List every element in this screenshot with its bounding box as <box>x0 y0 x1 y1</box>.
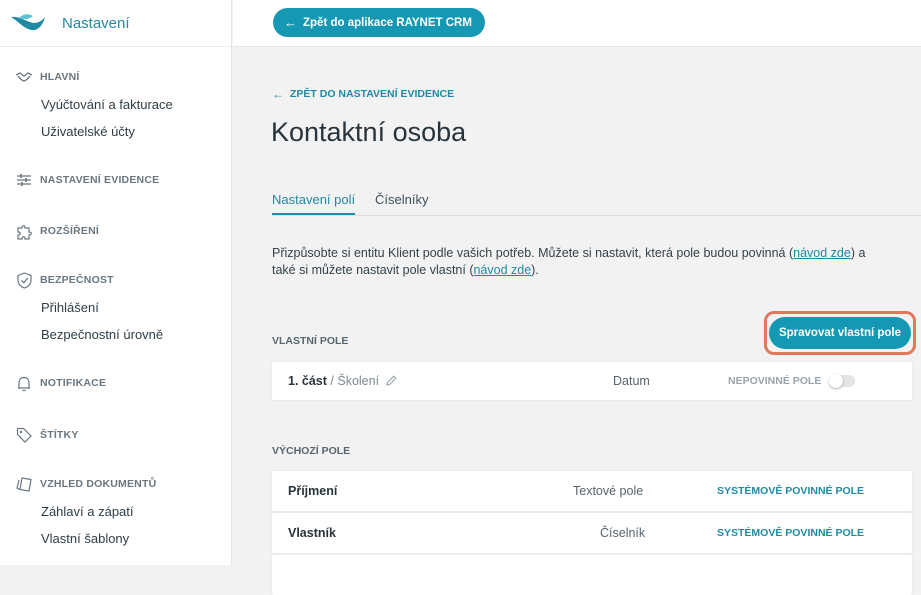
main-content: ← ZPĚT DO NASTAVENÍ EVIDENCE Kontaktní o… <box>233 47 921 595</box>
arrow-left-icon: ← <box>272 87 284 101</box>
field-name: Příjmení <box>288 484 338 498</box>
back-to-app-button[interactable]: ← Zpět do aplikace RAYNET CRM <box>273 8 485 37</box>
section-bezpecnost: BEZPEČNOST Přihlášení Bezpečnostní úrovn… <box>0 271 232 351</box>
sidebar-title: Nastavení <box>62 14 130 32</box>
sliders-icon <box>15 171 33 189</box>
section-vzhled-dokumentu: VZHLED DOKUMENTŮ Záhlaví a zápatí Vlastn… <box>0 475 232 555</box>
raynet-logo-icon <box>11 14 45 31</box>
bell-icon <box>15 374 33 392</box>
back-to-evidence-label: ZPĚT DO NASTAVENÍ EVIDENCE <box>290 88 455 100</box>
shield-icon <box>15 271 33 289</box>
documents-icon <box>15 475 33 493</box>
custom-fields-label: VLASTNÍ POLE <box>272 335 349 347</box>
section-label: ROZŠÍŘENÍ <box>40 225 99 237</box>
section-rozsireni[interactable]: ROZŠÍŘENÍ <box>0 222 232 240</box>
sidebar-header: Nastavení <box>0 0 231 47</box>
field-type: Číselník <box>600 526 646 540</box>
field-name: Vlastník <box>288 526 336 540</box>
description-text: Přizpůsobte si entitu Klient podle vašic… <box>272 246 794 260</box>
sidebar-item-custom-templates[interactable]: Vlastní šablony <box>0 528 232 555</box>
manage-custom-fields-button[interactable]: Spravovat vlastní pole <box>769 317 911 349</box>
sidebar-item-login[interactable]: Přihlášení <box>0 297 232 324</box>
sidebar-item-billing[interactable]: Vyúčtování a fakturace <box>0 94 232 121</box>
tab-field-settings[interactable]: Nastavení polí <box>272 192 355 207</box>
sidebar-item-security-levels[interactable]: Bezpečnostní úrovně <box>0 324 232 351</box>
field-requirement: NEPOVINNÉ POLE <box>728 375 822 387</box>
section-label: NOTIFIKACE <box>40 377 107 389</box>
field-type: Textové pole <box>573 484 644 498</box>
section-stitky[interactable]: ŠTÍTKY <box>0 426 232 444</box>
field-group: / Školení <box>330 374 380 388</box>
section-hlavni: HLAVNÍ Vyúčtování a fakturace Uživatelsk… <box>0 68 232 148</box>
field-requirement: SYSTÉMOVĚ POVINNÉ POLE <box>717 485 865 497</box>
section-label: ŠTÍTKY <box>40 429 79 441</box>
puzzle-icon <box>15 222 33 240</box>
custom-field-row[interactable]: 1. část / Školení Datum NEPOVINNÉ POLE <box>272 362 912 400</box>
guide-link-required[interactable]: návod zde <box>793 246 851 260</box>
section-label: HLAVNÍ <box>40 71 80 83</box>
back-to-evidence-link[interactable]: ← ZPĚT DO NASTAVENÍ EVIDENCE <box>272 87 454 101</box>
field-requirement: SYSTÉMOVĚ POVINNÉ POLE <box>717 527 865 539</box>
handshake-icon <box>15 68 33 86</box>
section-label: NASTAVENÍ EVIDENCE <box>40 174 160 186</box>
sidebar-item-user-accounts[interactable]: Uživatelské účty <box>0 121 232 148</box>
required-toggle[interactable] <box>829 374 855 388</box>
back-to-app-label: Zpět do aplikace RAYNET CRM <box>303 16 472 29</box>
sidebar: Nastavení HLAVNÍ Vyúčtování a fakturace … <box>0 0 232 565</box>
default-field-row[interactable] <box>272 555 912 595</box>
section-notifikace[interactable]: NOTIFIKACE <box>0 374 232 392</box>
description-text: ). <box>531 262 539 277</box>
pencil-icon[interactable] <box>385 375 397 386</box>
field-name: 1. část / Školení <box>288 374 397 388</box>
section-label: VZHLED DOKUMENTŮ <box>40 478 157 490</box>
description: Přizpůsobte si entitu Klient podle vašic… <box>272 245 872 278</box>
manage-button-highlight: Spravovat vlastní pole <box>764 311 916 355</box>
guide-link-custom[interactable]: návod zde <box>473 263 531 277</box>
tag-icon <box>15 426 33 444</box>
arrow-left-icon: ← <box>284 15 297 30</box>
toggle-knob <box>829 374 843 388</box>
default-field-row[interactable]: Příjmení Textové pole SYSTÉMOVĚ POVINNÉ … <box>272 471 912 511</box>
page-title: Kontaktní osoba <box>271 117 467 147</box>
section-label: BEZPEČNOST <box>40 274 114 286</box>
tab-code-lists[interactable]: Číselníky <box>375 192 428 207</box>
default-fields-label: VÝCHOZÍ POLE <box>272 445 351 457</box>
default-field-row[interactable]: Vlastník Číselník SYSTÉMOVĚ POVINNÉ POLE <box>272 513 912 553</box>
field-name-text: 1. část <box>288 374 327 388</box>
field-type: Datum <box>613 374 650 388</box>
sidebar-item-header-footer[interactable]: Záhlaví a zápatí <box>0 501 232 528</box>
top-bar: ← Zpět do aplikace RAYNET CRM <box>233 0 921 47</box>
tabs: Nastavení polí Číselníky <box>272 190 921 216</box>
section-nastaveni-evidence[interactable]: NASTAVENÍ EVIDENCE <box>0 171 232 189</box>
active-tab-indicator <box>272 213 355 215</box>
